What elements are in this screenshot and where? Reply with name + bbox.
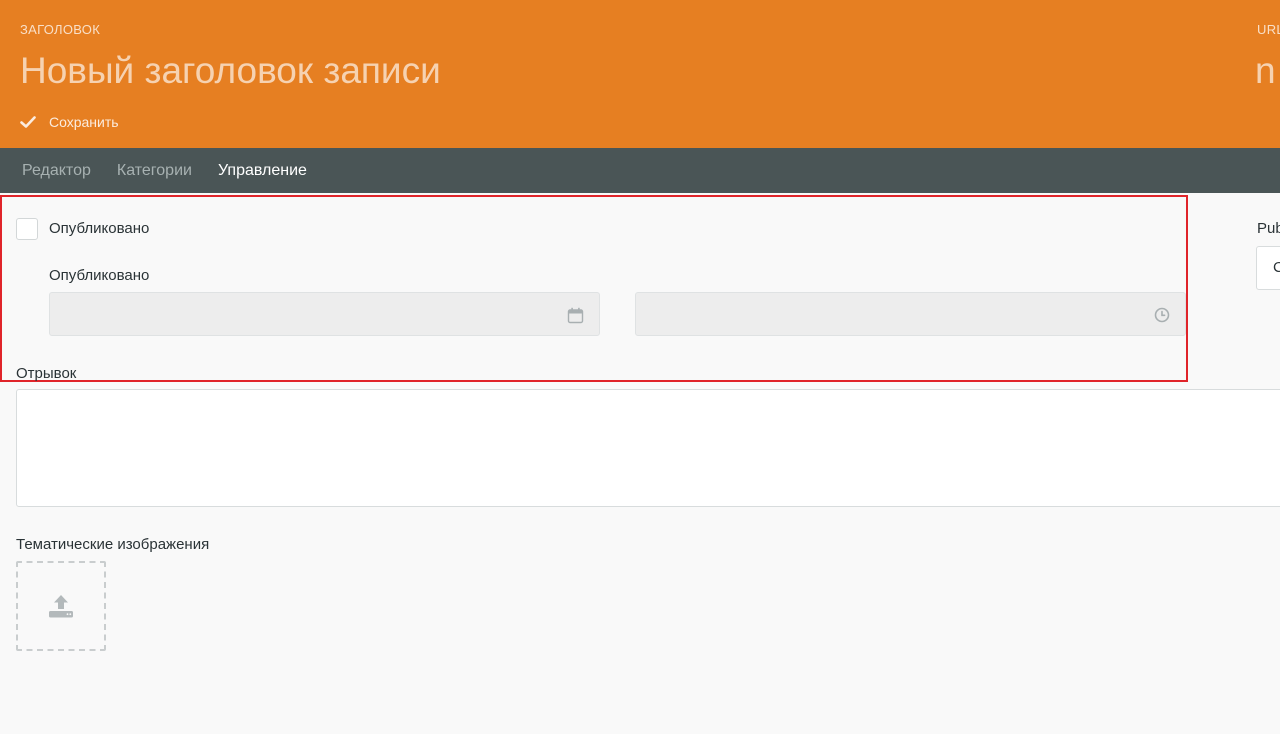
title-field-label: ЗАГОЛОВОК: [20, 22, 101, 37]
tab-manage[interactable]: Управление: [218, 162, 307, 180]
featured-images-label: Тематические изображения: [16, 536, 210, 553]
url-input[interactable]: n: [1255, 50, 1276, 92]
published-checkbox[interactable]: [16, 218, 38, 240]
publisher-label: Pub: [1257, 220, 1280, 237]
published-time-field: [635, 292, 1186, 336]
excerpt-textarea[interactable]: [17, 390, 1280, 506]
excerpt-field[interactable]: [16, 389, 1280, 507]
url-field-label: URL: [1257, 22, 1280, 37]
published-date-input: [50, 293, 599, 335]
published-checkbox-label[interactable]: Опубликовано: [49, 220, 149, 237]
image-upload-button[interactable]: [16, 561, 106, 651]
title-input[interactable]: Новый заголовок записи: [20, 50, 441, 92]
upload-icon: [49, 595, 73, 618]
save-button-label: Сохранить: [49, 114, 119, 130]
published-time-input: [636, 293, 1185, 335]
calendar-icon: [567, 307, 584, 329]
post-header: ЗАГОЛОВОК Новый заголовок записи URL n С…: [0, 0, 1280, 148]
check-icon: [20, 116, 36, 128]
tab-editor[interactable]: Редактор: [22, 162, 91, 180]
publisher-select[interactable]: C: [1256, 246, 1280, 290]
clock-icon: [1154, 307, 1170, 328]
published-date-label: Опубликовано: [49, 267, 150, 284]
highlight-box: [0, 195, 1188, 382]
published-date-field: [49, 292, 600, 336]
save-button[interactable]: Сохранить: [20, 112, 119, 132]
excerpt-label: Отрывок: [16, 365, 77, 382]
tab-categories[interactable]: Категории: [117, 162, 192, 180]
tab-bar: Редактор Категории Управление: [0, 148, 1280, 193]
